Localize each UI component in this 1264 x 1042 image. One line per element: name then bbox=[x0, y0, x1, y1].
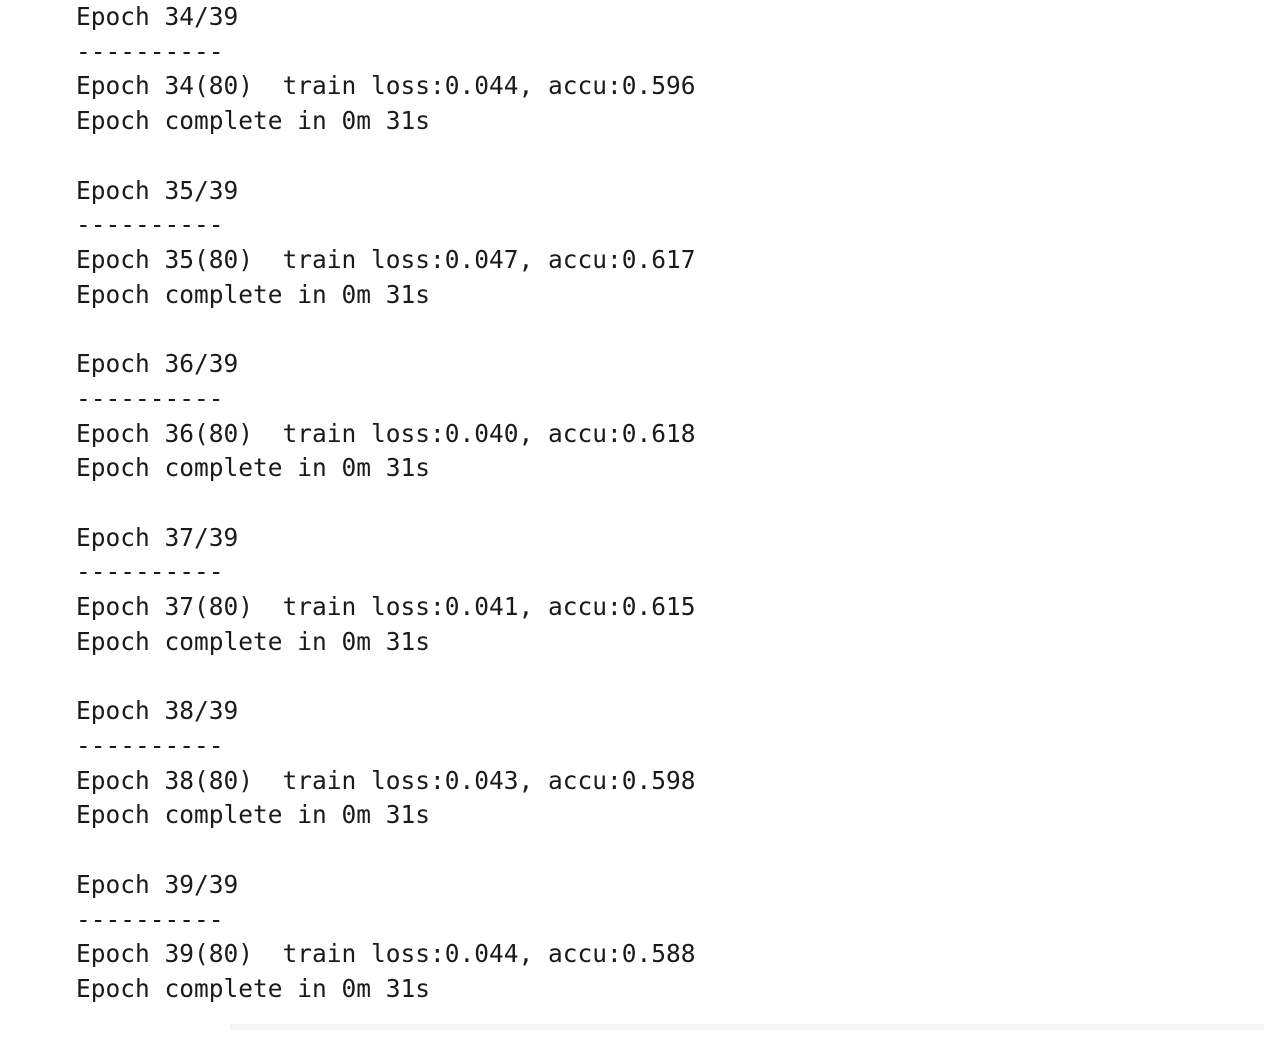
epoch-block: Epoch 39/39 ---------- Epoch 39(80) trai… bbox=[76, 868, 1226, 1042]
epoch-stats: Epoch 35(80) train loss:0.047, accu:0.61… bbox=[76, 244, 696, 274]
training-log-output: Epoch 34/39 ---------- Epoch 34(80) trai… bbox=[76, 0, 1226, 1042]
separator-line: ---------- bbox=[76, 731, 224, 761]
epoch-stats: Epoch 34(80) train loss:0.044, accu:0.59… bbox=[76, 71, 696, 101]
epoch-block: Epoch 34/39 ---------- Epoch 34(80) trai… bbox=[76, 0, 1226, 174]
epoch-header: Epoch 35/39 bbox=[76, 175, 239, 205]
separator-line: ---------- bbox=[76, 210, 224, 240]
epoch-stats: Epoch 36(80) train loss:0.040, accu:0.61… bbox=[76, 418, 696, 448]
separator-line: ---------- bbox=[76, 904, 224, 934]
epoch-stats: Epoch 38(80) train loss:0.043, accu:0.59… bbox=[76, 765, 696, 795]
epoch-complete-time: Epoch complete in 0m 31s bbox=[76, 106, 431, 136]
epoch-header: Epoch 37/39 bbox=[76, 522, 239, 552]
epoch-header: Epoch 39/39 bbox=[76, 869, 239, 899]
epoch-complete-time: Epoch complete in 0m 31s bbox=[76, 800, 431, 830]
epoch-stats: Epoch 39(80) train loss:0.044, accu:0.58… bbox=[76, 939, 696, 969]
epoch-stats: Epoch 37(80) train loss:0.041, accu:0.61… bbox=[76, 592, 696, 622]
epoch-block: Epoch 37/39 ---------- Epoch 37(80) trai… bbox=[76, 521, 1226, 695]
epoch-block: Epoch 35/39 ---------- Epoch 35(80) trai… bbox=[76, 174, 1226, 348]
bottom-edge-shade bbox=[230, 1024, 1264, 1030]
epoch-complete-time: Epoch complete in 0m 31s bbox=[76, 974, 431, 1004]
epoch-complete-time: Epoch complete in 0m 31s bbox=[76, 453, 431, 483]
epoch-complete-time: Epoch complete in 0m 31s bbox=[76, 626, 431, 656]
separator-line: ---------- bbox=[76, 36, 224, 66]
separator-line: ---------- bbox=[76, 383, 224, 413]
epoch-block: Epoch 38/39 ---------- Epoch 38(80) trai… bbox=[76, 694, 1226, 868]
epoch-block: Epoch 36/39 ---------- Epoch 36(80) trai… bbox=[76, 347, 1226, 521]
epoch-header: Epoch 34/39 bbox=[76, 2, 239, 31]
separator-line: ---------- bbox=[76, 557, 224, 587]
epoch-header: Epoch 38/39 bbox=[76, 696, 239, 726]
epoch-complete-time: Epoch complete in 0m 31s bbox=[76, 279, 431, 309]
epoch-header: Epoch 36/39 bbox=[76, 349, 239, 379]
